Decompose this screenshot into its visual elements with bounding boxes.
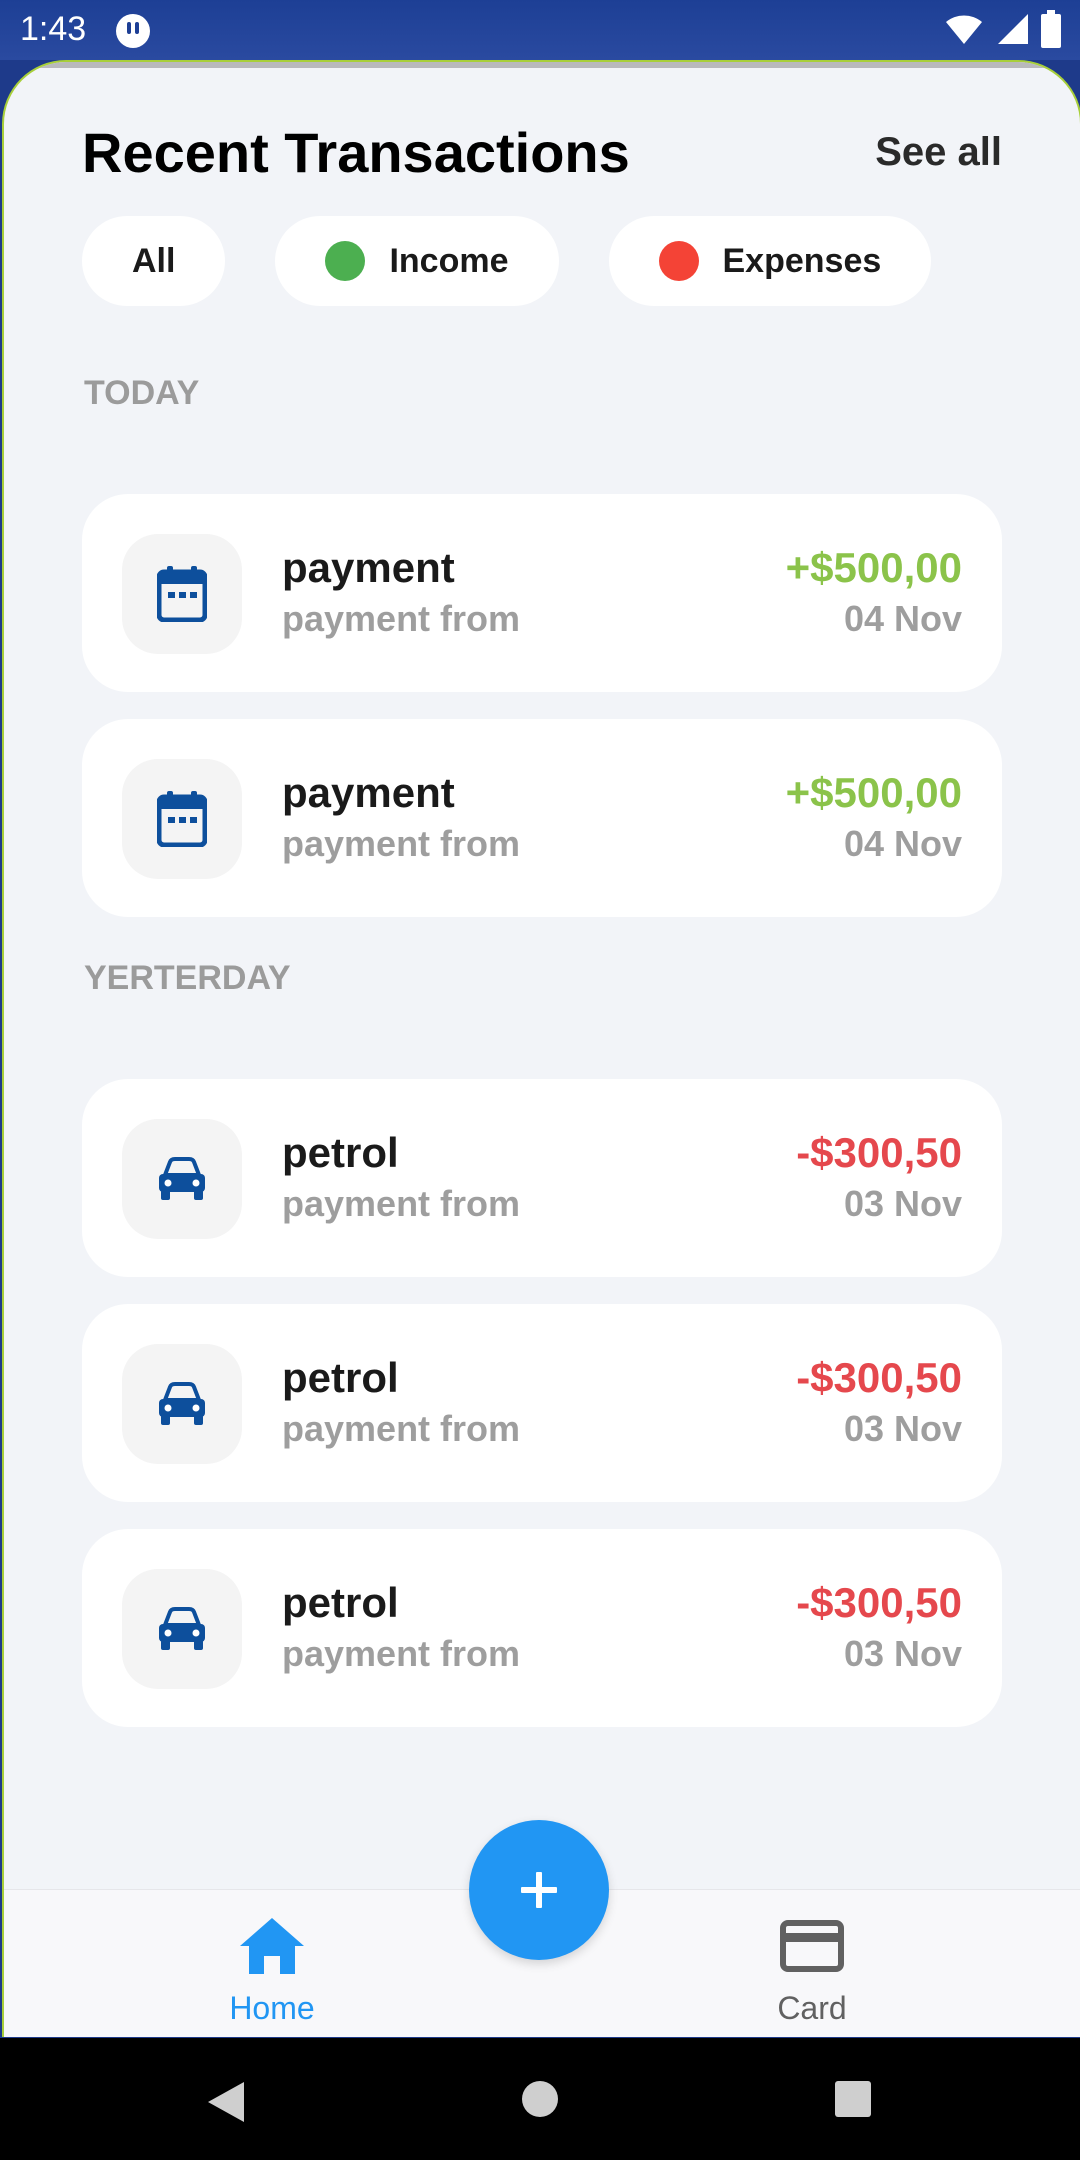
transaction-amount: -$300,50 — [796, 1129, 962, 1176]
filter-chip-all[interactable]: All — [82, 216, 226, 306]
filter-chips: All Income Expenses — [82, 216, 932, 306]
system-navigation-bar — [0, 2038, 1080, 2160]
transaction-icon-box — [122, 534, 242, 654]
transaction-icon-box — [122, 1119, 242, 1239]
filter-chip-label: Income — [389, 241, 509, 280]
nav-item-card[interactable]: Card — [712, 1890, 912, 2037]
filter-chip-expenses[interactable]: Expenses — [608, 216, 932, 306]
transaction-card[interactable]: petrol payment from -$300,50 03 Nov — [82, 1529, 1002, 1727]
transaction-date: 03 Nov — [843, 1408, 962, 1449]
transaction-title: petrol — [282, 1579, 399, 1626]
calendar-icon — [157, 566, 207, 622]
sheet-top-edge — [4, 62, 1080, 68]
home-icon — [240, 1918, 304, 1974]
transaction-subtitle: payment from — [282, 1408, 521, 1449]
app-notification-icon — [116, 14, 150, 48]
status-time: 1:43 — [20, 10, 87, 48]
income-dot-icon — [325, 241, 366, 281]
transaction-card[interactable]: payment payment from +$500,00 04 Nov — [82, 494, 1002, 692]
page-title: Recent Transactions — [82, 121, 630, 184]
transaction-card[interactable]: payment payment from +$500,00 04 Nov — [82, 719, 1002, 917]
transaction-title: petrol — [282, 1354, 399, 1401]
transaction-amount: -$300,50 — [796, 1579, 962, 1626]
transaction-icon-box — [122, 759, 242, 879]
nav-label-card: Card — [777, 1990, 847, 2026]
transaction-amount: +$500,00 — [785, 544, 962, 591]
calendar-icon — [157, 791, 207, 847]
section-label-today: TODAY — [84, 374, 200, 412]
signal-icon — [994, 12, 1030, 51]
expenses-dot-icon — [658, 241, 699, 281]
transaction-date: 03 Nov — [843, 1633, 962, 1674]
transaction-title: payment — [282, 769, 455, 816]
transaction-subtitle: payment from — [282, 823, 521, 864]
transaction-subtitle: payment from — [282, 598, 521, 639]
see-all-link[interactable]: See all — [875, 130, 1002, 175]
transaction-amount: +$500,00 — [785, 769, 962, 816]
transaction-icon-box — [122, 1344, 242, 1464]
transaction-date: 04 Nov — [843, 598, 962, 639]
car-icon — [159, 1382, 205, 1425]
header: Recent Transactions See all — [82, 92, 1002, 192]
status-bar: 1:43 — [0, 0, 1080, 60]
wifi-icon — [944, 12, 984, 51]
nav-item-home[interactable]: Home — [172, 1890, 372, 2037]
transaction-date: 03 Nov — [843, 1183, 962, 1224]
transaction-icon-box — [122, 1569, 242, 1689]
nav-label-home: Home — [229, 1990, 315, 2026]
transaction-subtitle: payment from — [282, 1183, 521, 1224]
section-label-yesterday: YERTERDAY — [84, 959, 291, 997]
credit-card-icon — [780, 1920, 844, 1972]
add-transaction-button[interactable] — [469, 1820, 609, 1960]
transaction-card[interactable]: petrol payment from -$300,50 03 Nov — [82, 1079, 1002, 1277]
transaction-subtitle: payment from — [282, 1633, 521, 1674]
filter-chip-label: Expenses — [722, 241, 882, 280]
transactions-sheet: Recent Transactions See all All Income E… — [2, 60, 1080, 2037]
plus-icon — [521, 1872, 557, 1908]
transaction-amount: -$300,50 — [796, 1354, 962, 1401]
filter-chip-income[interactable]: Income — [275, 216, 559, 306]
transaction-date: 04 Nov — [843, 823, 962, 864]
filter-chip-label: All — [132, 241, 176, 280]
transaction-title: payment — [282, 544, 455, 591]
transaction-title: petrol — [282, 1129, 399, 1176]
car-icon — [159, 1607, 205, 1650]
car-icon — [159, 1157, 205, 1200]
recents-square-icon[interactable] — [834, 2080, 872, 2123]
back-icon[interactable] — [206, 2080, 246, 2129]
transaction-card[interactable]: petrol payment from -$300,50 03 Nov — [82, 1304, 1002, 1502]
battery-icon — [1040, 10, 1062, 53]
home-circle-icon[interactable] — [521, 2080, 559, 2123]
